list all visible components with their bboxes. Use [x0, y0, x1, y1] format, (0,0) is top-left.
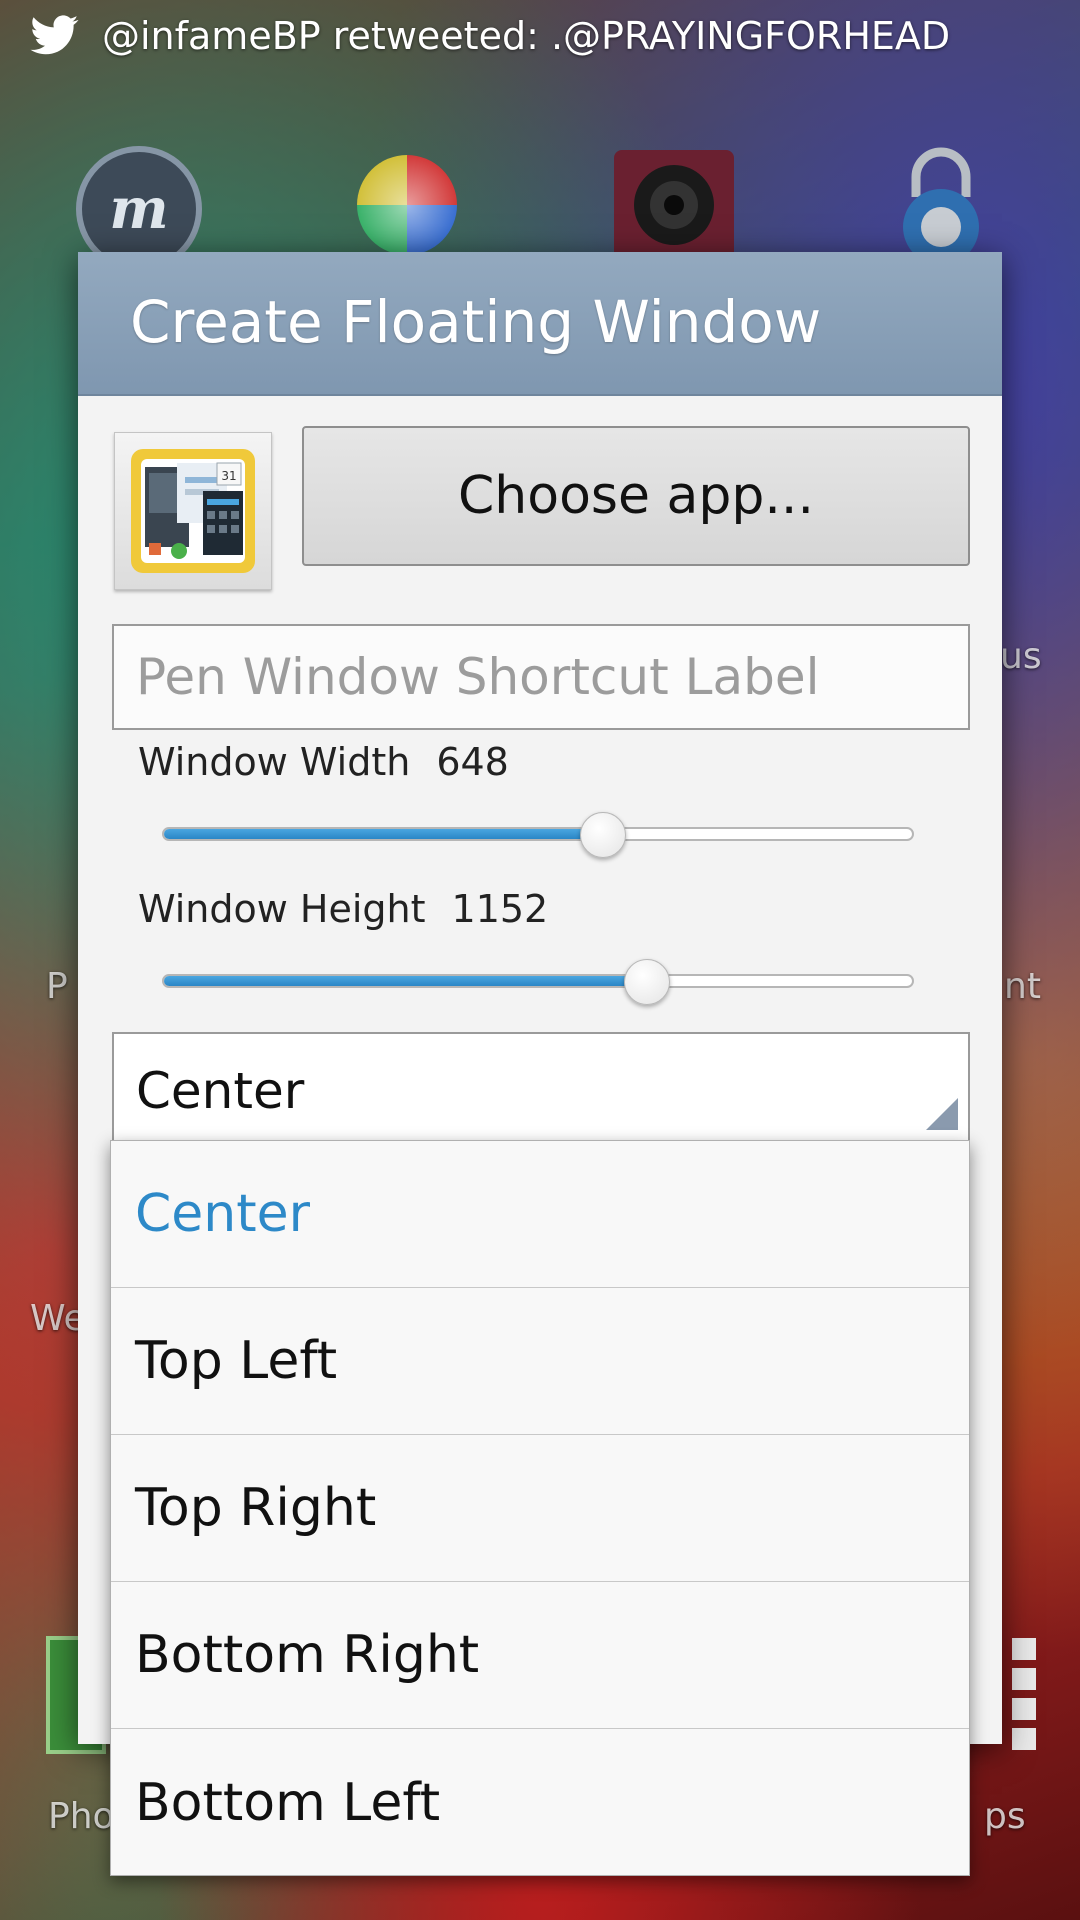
shortcut-label-input[interactable] [112, 624, 970, 730]
window-position-select[interactable]: Center [112, 1032, 970, 1142]
dropdown-option[interactable]: Top Left [111, 1288, 969, 1435]
window-height-slider[interactable] [162, 959, 914, 1005]
dropdown-option[interactable]: Bottom Left [111, 1729, 969, 1876]
dropdown-option[interactable]: Center [111, 1141, 969, 1288]
window-width-slider-fill [164, 829, 602, 839]
app-icon-button[interactable]: 31 [114, 432, 272, 590]
notification-text: @infameBP retweeted: .@PRAYINGFORHEAD [102, 14, 951, 58]
home-label-right-upper: us [1000, 636, 1042, 677]
window-width-slider[interactable] [162, 812, 914, 858]
camera-icon[interactable] [614, 150, 734, 260]
dialog-title: Create Floating Window [130, 288, 822, 356]
dropdown-option[interactable]: Top Right [111, 1435, 969, 1582]
status-bar: @infameBP retweeted: .@PRAYINGFORHEAD [0, 0, 1080, 80]
window-width-value: 648 [436, 740, 509, 784]
window-width-slider-thumb[interactable] [579, 812, 626, 858]
lock-icon[interactable] [896, 142, 986, 262]
home-label-right-mid: nt [1004, 966, 1041, 1007]
window-width-label-text: Window Width [138, 740, 411, 784]
choose-app-button[interactable]: Choose app... [302, 426, 970, 566]
window-width-label: Window Width 648 [138, 740, 509, 784]
dropdown-arrow-icon [926, 1098, 958, 1130]
dock-label-apps: ps [984, 1796, 1026, 1837]
apps-grid-icon[interactable] [1008, 1636, 1048, 1754]
window-height-label: Window Height 1152 [138, 887, 548, 931]
window-height-slider-fill [164, 976, 647, 986]
window-height-slider-thumb[interactable] [624, 959, 671, 1005]
window-height-value: 1152 [451, 887, 549, 931]
window-height-label-text: Window Height [138, 887, 426, 931]
dropdown-option[interactable]: Bottom Right [111, 1582, 969, 1729]
dialog-header: Create Floating Window [78, 252, 1002, 396]
window-position-dropdown: Center Top Left Top Right Bottom Right Botto… [110, 1140, 970, 1876]
twitter-bird-icon [30, 15, 79, 55]
multi-window-app-icon: 31 [131, 449, 255, 573]
dock-label-phone: Pho [48, 1796, 115, 1837]
svg-text:31: 31 [221, 469, 236, 483]
svg-text:m: m [109, 176, 168, 242]
home-label-left-mid: P [46, 966, 68, 1007]
window-position-selected-value: Center [136, 1062, 305, 1120]
color-wheel-icon[interactable] [352, 150, 462, 260]
